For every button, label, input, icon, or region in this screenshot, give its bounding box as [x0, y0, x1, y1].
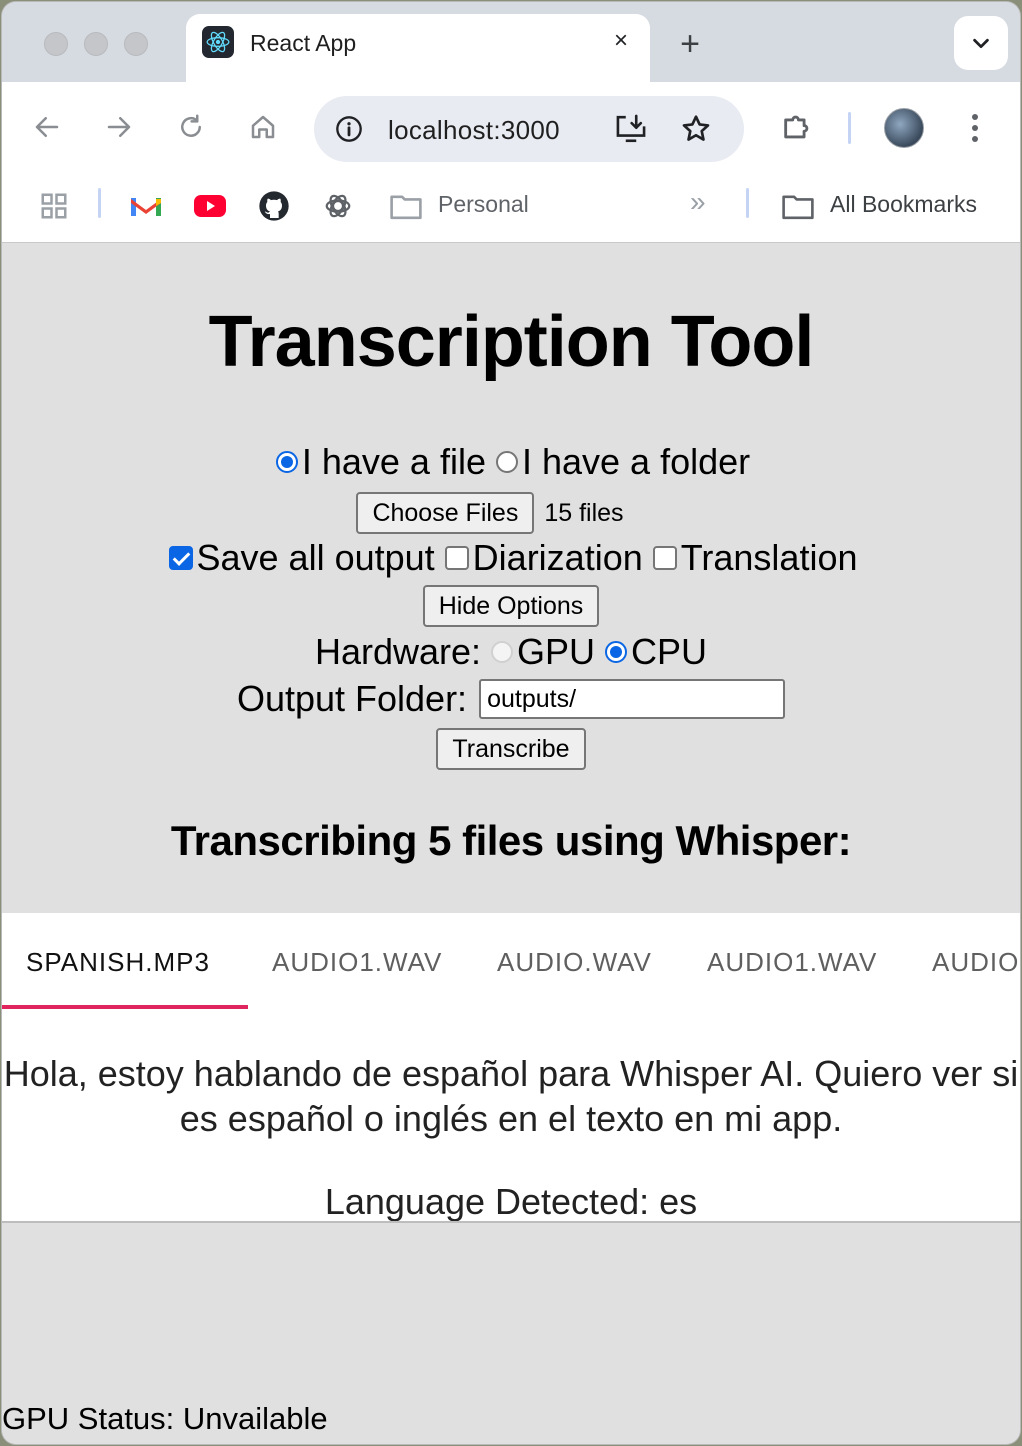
translation-label: Translation	[680, 537, 858, 578]
transcribe-button[interactable]: Transcribe	[436, 728, 586, 770]
address-bar[interactable]: localhost:3000	[314, 96, 744, 162]
bookmark-star-icon[interactable]	[676, 110, 716, 148]
file-count-text: 15 files	[544, 498, 624, 527]
hide-options-row: Hide Options	[2, 584, 1020, 628]
folder-mode-label: I have a folder	[521, 441, 751, 482]
transcription-status-heading: Transcribing 5 files using Whisper:	[170, 817, 852, 864]
language-detected-text: Language Detected: es	[324, 1181, 698, 1222]
gpu-radio[interactable]	[491, 641, 514, 663]
gpu-label: GPU	[517, 631, 596, 672]
window-close-control[interactable]	[44, 32, 68, 56]
output-folder-label: Output Folder:	[236, 678, 468, 719]
react-logo-icon	[202, 26, 234, 58]
hardware-label: Hardware:	[314, 631, 482, 672]
result-tab[interactable]: AUDIO1.WAV	[707, 947, 877, 978]
browser-tab[interactable]: React App ×	[186, 14, 650, 84]
browser-toolbar: localhost:3000	[2, 82, 1020, 174]
save-all-output-checkbox[interactable]	[168, 546, 193, 570]
tab-search-button[interactable]	[954, 16, 1008, 70]
profile-avatar[interactable]	[884, 108, 924, 148]
output-folder-input[interactable]: outputs/	[479, 679, 786, 719]
file-picker-row: Choose Files 15 files	[2, 491, 1020, 535]
folder-mode-radio[interactable]	[495, 451, 518, 473]
result-tab[interactable]: AUDIO	[932, 947, 1019, 978]
all-bookmarks-folder-icon[interactable]	[780, 188, 816, 224]
extensions-icon[interactable]	[776, 106, 818, 148]
input-mode-row: I have a file I have a folder	[2, 441, 1020, 483]
personal-folder-icon[interactable]	[388, 188, 424, 224]
window-minimize-control[interactable]	[84, 32, 108, 56]
file-mode-radio[interactable]	[275, 451, 298, 473]
github-icon[interactable]	[256, 188, 292, 224]
back-arrow-icon[interactable]	[26, 106, 68, 148]
cpu-radio[interactable]	[605, 641, 628, 663]
more-menu-icon[interactable]	[960, 110, 990, 146]
home-icon[interactable]	[242, 106, 284, 148]
toolbar-divider	[848, 112, 851, 144]
results-panel: SPANISH.MP3 AUDIO1.WAV AUDIO.WAV AUDIO1.…	[2, 913, 1020, 1223]
gmail-icon[interactable]	[128, 188, 164, 224]
site-info-icon[interactable]	[332, 112, 366, 146]
youtube-icon[interactable]	[192, 188, 228, 224]
file-mode-label: I have a file	[301, 441, 486, 482]
translation-checkbox[interactable]	[652, 546, 677, 570]
cpu-label: CPU	[631, 631, 708, 672]
bookmark-all-bookmarks[interactable]: All Bookmarks	[830, 191, 977, 218]
forward-arrow-icon[interactable]	[98, 106, 140, 148]
save-all-output-label: Save all output	[196, 537, 435, 578]
gpu-status-text: GPU Status: Unvailable	[2, 1401, 328, 1436]
result-tabs: SPANISH.MP3 AUDIO1.WAV AUDIO.WAV AUDIO1.…	[2, 913, 1020, 1009]
output-folder-row: Output Folder: outputs/	[2, 676, 1020, 722]
tab-title: React App	[250, 30, 357, 56]
diarization-label: Diarization	[472, 537, 643, 578]
tab-strip: React App × +	[2, 2, 1020, 84]
install-app-icon[interactable]	[612, 112, 650, 146]
url-text: localhost:3000	[388, 115, 560, 145]
hardware-row: Hardware: GPU CPU	[2, 631, 1020, 673]
chevron-down-icon	[973, 38, 989, 49]
result-tab[interactable]: SPANISH.MP3	[26, 947, 210, 978]
apps-grid-icon[interactable]	[36, 188, 72, 224]
tab-close-icon[interactable]: ×	[606, 26, 636, 56]
new-tab-icon[interactable]: +	[672, 25, 708, 63]
diarization-checkbox[interactable]	[444, 546, 469, 570]
hide-options-button[interactable]: Hide Options	[422, 585, 600, 627]
bookmarks-overflow-icon[interactable]: »	[690, 186, 706, 218]
bookmark-personal[interactable]: Personal	[438, 191, 529, 218]
openai-icon[interactable]	[320, 188, 356, 224]
active-tab-indicator	[2, 1005, 248, 1009]
reload-icon[interactable]	[170, 106, 212, 148]
bookmarks-bar: Personal » All Bookmarks	[2, 174, 1020, 243]
browser-window: React App × + localhost:3000 Personal » …	[2, 2, 1020, 1444]
options-row: Save all output Diarization Translation	[2, 536, 1020, 580]
page-content: Transcription Tool I have a file I have …	[2, 243, 1020, 1444]
window-zoom-control[interactable]	[124, 32, 148, 56]
result-tab[interactable]: AUDIO1.WAV	[272, 947, 442, 978]
bookmark-divider	[98, 188, 101, 218]
choose-files-button[interactable]: Choose Files	[356, 492, 535, 534]
transcribe-row: Transcribe	[2, 727, 1020, 771]
page-title: Transcription Tool	[208, 302, 815, 382]
bookmark-divider	[746, 188, 749, 218]
transcript-text: Hola, estoy hablando de español para Whi…	[3, 1053, 1019, 1139]
result-tab[interactable]: AUDIO.WAV	[497, 947, 652, 978]
